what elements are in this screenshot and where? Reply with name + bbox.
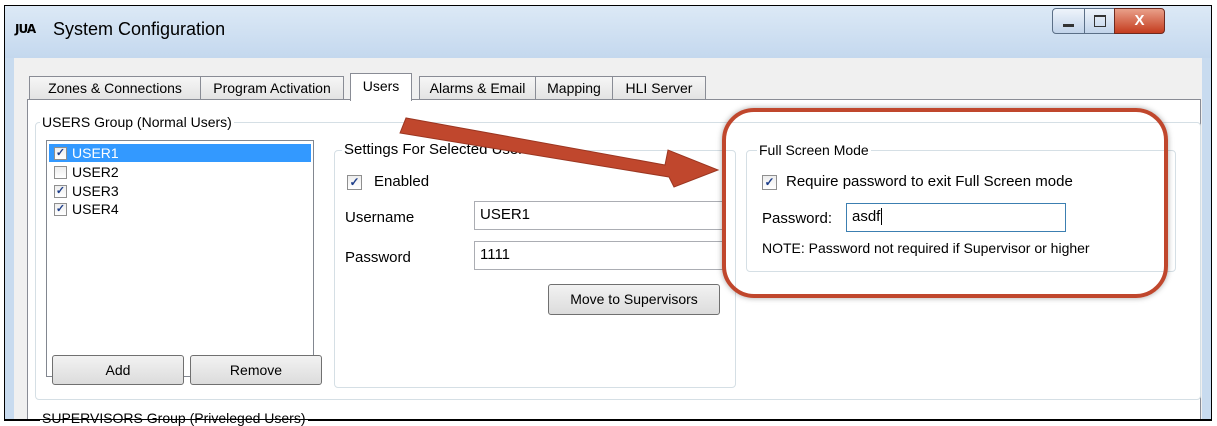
enabled-label: Enabled bbox=[374, 173, 430, 190]
app-icon: JUA bbox=[15, 22, 36, 36]
window-bottom-edge bbox=[4, 419, 1212, 420]
tab-hli-server[interactable]: HLI Server bbox=[612, 76, 706, 99]
tab-label: Program Activation bbox=[213, 80, 331, 96]
password-label: Password bbox=[345, 249, 411, 266]
user-checkbox[interactable] bbox=[54, 166, 67, 179]
password-field[interactable]: 1111 bbox=[474, 241, 723, 270]
username-field[interactable]: USER1 bbox=[474, 201, 723, 230]
maximize-icon bbox=[1094, 15, 1106, 27]
tab-label: Mapping bbox=[547, 80, 601, 96]
move-to-supervisors-button[interactable]: Move to Supervisors bbox=[548, 284, 720, 315]
tab-mapping[interactable]: Mapping bbox=[535, 76, 613, 99]
tab-label: Users bbox=[362, 78, 400, 94]
tab-zones-connections[interactable]: Zones & Connections bbox=[29, 76, 201, 99]
user-checkbox[interactable]: ✓ bbox=[54, 203, 67, 216]
enabled-checkbox[interactable]: ✓ bbox=[347, 175, 362, 190]
add-button[interactable]: Add bbox=[52, 355, 184, 385]
tab-alarms-email[interactable]: Alarms & Email bbox=[419, 76, 536, 99]
tab-label: Alarms & Email bbox=[429, 80, 526, 96]
minimize-button[interactable] bbox=[1052, 8, 1086, 34]
window-title: System Configuration bbox=[53, 19, 226, 39]
minimize-icon bbox=[1063, 24, 1074, 27]
tab-program-activation[interactable]: Program Activation bbox=[200, 76, 344, 99]
supervisors-group-label: SUPERVISORS Group (Priveleged Users) bbox=[40, 410, 308, 426]
list-item[interactable]: ✓ USER1 bbox=[49, 144, 311, 162]
settings-group-label: Settings For Selected User bbox=[342, 141, 526, 158]
user-checkbox[interactable]: ✓ bbox=[54, 147, 67, 160]
window-border-right bbox=[1202, 58, 1211, 420]
highlight-ring bbox=[722, 108, 1168, 298]
user-name: USER4 bbox=[72, 201, 119, 217]
users-listbox[interactable]: ✓ USER1 USER2 ✓ USER3 ✓ USER4 bbox=[46, 140, 314, 377]
user-checkbox[interactable]: ✓ bbox=[54, 185, 67, 198]
tab-label: HLI Server bbox=[625, 80, 693, 96]
tab-users[interactable]: Users bbox=[350, 73, 412, 101]
close-icon: X bbox=[1134, 12, 1145, 29]
user-name: USER2 bbox=[72, 164, 119, 180]
username-label: Username bbox=[345, 209, 415, 226]
title-bar[interactable]: JUA System Configuration X bbox=[5, 6, 1211, 58]
window-border-left bbox=[5, 58, 14, 420]
maximize-button[interactable] bbox=[1084, 8, 1116, 34]
close-button[interactable]: X bbox=[1114, 8, 1165, 34]
tab-label: Zones & Connections bbox=[48, 80, 182, 96]
user-name: USER1 bbox=[72, 145, 119, 161]
users-group-label: USERS Group (Normal Users) bbox=[40, 114, 234, 130]
remove-button[interactable]: Remove bbox=[190, 355, 322, 385]
user-name: USER3 bbox=[72, 183, 119, 199]
